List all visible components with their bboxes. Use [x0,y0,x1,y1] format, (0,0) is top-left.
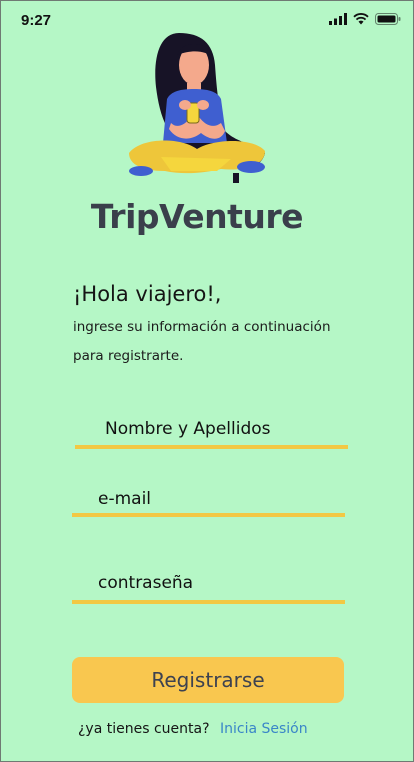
password-field-underline [72,600,345,604]
login-link[interactable]: Inicia Sesión [220,721,308,737]
register-button[interactable]: Registrarse [72,657,344,703]
traveler-illustration [129,33,265,183]
app-logo: TripVenture [1,197,413,236]
login-prompt: ¿ya tienes cuenta? Inicia Sesión [78,721,308,737]
status-time: 9:27 [21,12,52,29]
status-icons [329,13,401,25]
greeting-line-2: para registrarte. [73,348,184,364]
battery-icon [375,13,401,25]
wifi-icon [353,13,369,25]
greeting-title: ¡Hola viajero!, [73,282,222,306]
email-field[interactable] [98,487,338,511]
password-field[interactable] [98,571,338,595]
login-question: ¿ya tienes cuenta? [78,721,210,737]
greeting-line-1: ingrese su información a continuación [73,319,331,335]
name-field-underline [75,445,348,449]
name-field[interactable] [105,417,335,441]
signal-icon [329,13,347,25]
signup-screen: 9:27 TripVenture ¡Hola viajero!, ingrese… [0,0,414,762]
brand-name: TripVenture [90,197,304,236]
email-field-underline [72,513,345,517]
